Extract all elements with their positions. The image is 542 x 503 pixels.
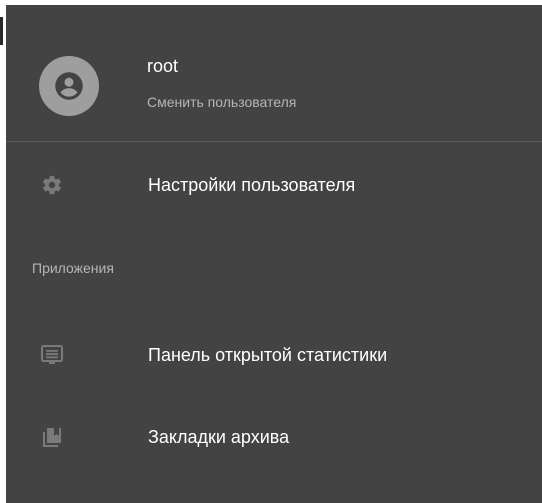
switch-user-link[interactable]: Сменить пользователя (147, 94, 296, 110)
bookmark-archive-icon (40, 425, 64, 449)
menu-item-user-settings[interactable]: Настройки пользователя (6, 160, 542, 210)
username: root (147, 56, 179, 76)
section-title-apps: Приложения (32, 260, 114, 276)
monitor-list-icon (40, 343, 64, 367)
user-menu-panel: root Сменить пользователя Настройки поль… (0, 5, 542, 503)
menu-label-user-settings: Настройки пользователя (148, 174, 356, 195)
account-circle-icon (55, 72, 83, 100)
avatar[interactable] (39, 56, 99, 116)
edge-marker (0, 17, 3, 45)
menu-item-stats-panel[interactable]: Панель открытой статистики (6, 330, 542, 380)
divider (6, 141, 542, 142)
menu-item-archive-bookmarks[interactable]: Закладки архива (6, 412, 542, 462)
user-header: root Сменить пользователя (6, 5, 542, 141)
menu-label-stats-panel: Панель открытой статистики (148, 344, 388, 365)
menu-label-archive-bookmarks: Закладки архива (148, 426, 290, 447)
gear-icon (40, 173, 64, 197)
